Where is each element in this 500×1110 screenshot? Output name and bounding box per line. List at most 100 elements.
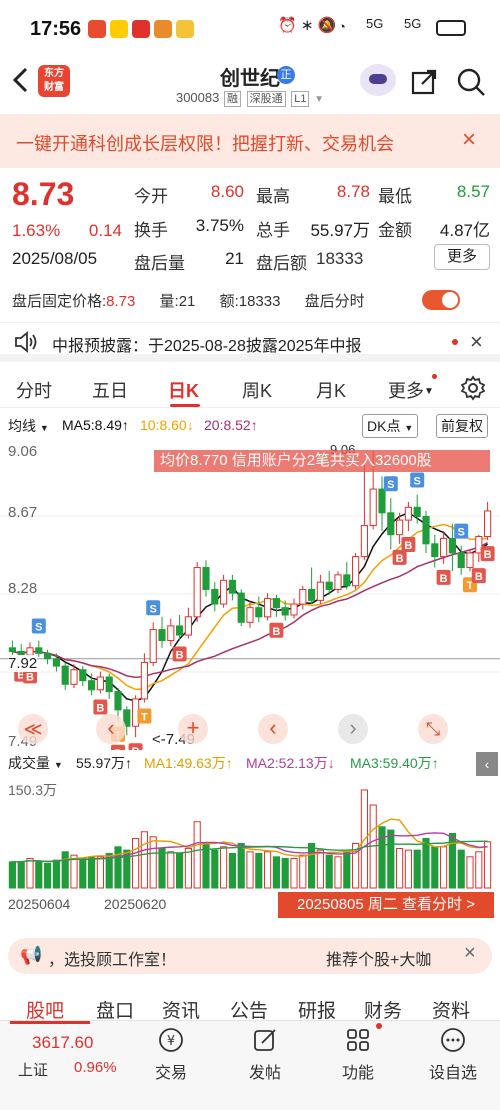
adjust-selector[interactable]: 前复权: [436, 414, 488, 438]
tab-monthly-k[interactable]: 月K: [316, 377, 346, 403]
stock-code: 300083: [175, 90, 220, 105]
search-icon[interactable]: [456, 67, 486, 97]
tab-orderbook[interactable]: 盘口: [96, 996, 134, 1023]
scroll-left-button[interactable]: ‹: [96, 714, 126, 744]
promo-banner[interactable]: 一键开通科创成长层权限！把握打新、交易机会 ×: [0, 114, 500, 168]
volume-label: 成交量: [8, 755, 50, 771]
wifi-icon: ◔: [338, 19, 346, 34]
candle-body: [457, 552, 465, 569]
battery-icon: [436, 20, 466, 36]
volume-label: 总手: [256, 221, 290, 240]
candle-body: [228, 579, 236, 594]
post-icon[interactable]: [252, 1027, 278, 1053]
date-label-2: 20250620: [104, 896, 167, 912]
next-button[interactable]: ›: [338, 714, 368, 744]
tab-five-day[interactable]: 五日: [92, 377, 128, 403]
date-label-1: 20250604: [8, 896, 71, 912]
after-hours-toggle[interactable]: [422, 290, 460, 310]
advisor-ad[interactable]: 📢 ，选投顾工作室！ 推荐个股+大咖 ×: [8, 938, 492, 974]
more-button[interactable]: 更多: [434, 244, 490, 270]
period-tabs: 分时 五日 日K 周K 月K 更多 ▼: [0, 368, 500, 408]
nav-trade[interactable]: 交易: [141, 1059, 201, 1083]
prev-button[interactable]: ‹: [258, 714, 288, 744]
dropdown-icon[interactable]: ▼: [314, 94, 324, 105]
watchlist-icon[interactable]: [440, 1027, 466, 1053]
candle-body: [52, 658, 60, 667]
tab-daily-k[interactable]: 日K: [168, 377, 199, 403]
candle-body: [369, 488, 377, 527]
volume-bar: [237, 842, 245, 889]
vol-ma2: MA2:52.13万↓: [246, 755, 335, 771]
volume-bar: [228, 852, 236, 889]
tab-reports[interactable]: 研报: [298, 996, 336, 1023]
nav-post[interactable]: 发帖: [235, 1059, 295, 1083]
candle-body: [44, 652, 52, 660]
turnover-value: 3.75%: [195, 216, 244, 235]
tab-intraday[interactable]: 分时: [16, 377, 52, 403]
notice-bar[interactable]: 中报预披露：于2025-08-28披露2025年中报 ×: [0, 322, 500, 362]
ad-text-right[interactable]: 推荐个股+大咖: [326, 946, 431, 970]
open-value: 8.60: [210, 182, 244, 201]
index-name[interactable]: 上证: [18, 1059, 48, 1080]
signal-label: B: [176, 650, 184, 662]
indicator-selector[interactable]: 均线 ▼: [8, 416, 49, 436]
close-icon[interactable]: ×: [462, 126, 476, 154]
volume-bar: [79, 857, 87, 889]
unread-dot: [376, 1023, 382, 1029]
nav-function[interactable]: 功能: [328, 1059, 388, 1083]
volume-bar: [149, 836, 157, 889]
last-price: 8.73: [12, 176, 75, 212]
ad-text-left[interactable]: ，选投顾工作室！: [48, 946, 176, 970]
tab-finance[interactable]: 财务: [364, 996, 402, 1023]
ah-volume-value: 21: [225, 249, 244, 268]
close-icon[interactable]: ×: [470, 329, 483, 355]
low-value: 8.57: [456, 182, 490, 201]
index-change[interactable]: 0.96%: [74, 1059, 117, 1076]
index-value[interactable]: 3617.60: [32, 1033, 93, 1053]
collapse-arrow-icon[interactable]: ‹: [476, 752, 498, 776]
view-intraday-button[interactable]: 20250805 周二 查看分时 >: [278, 892, 494, 918]
nav-watchlist[interactable]: 设自选: [423, 1059, 483, 1083]
volume-bar: [8, 861, 16, 889]
tab-forum[interactable]: 股吧: [26, 996, 64, 1023]
ma20-value: 20:8.52↑: [204, 417, 258, 433]
app-notification-icon: [88, 20, 106, 38]
network-label: 5G: [366, 16, 384, 31]
vol-ma1: MA1:49.63万↑: [144, 755, 233, 771]
trade-icon[interactable]: ¥: [158, 1027, 184, 1053]
tab-more[interactable]: 更多: [388, 377, 424, 403]
dk-point-selector[interactable]: DK点 ▼: [362, 414, 419, 438]
candle-body: [211, 588, 219, 605]
status-badge: 正: [277, 66, 295, 84]
share-icon[interactable]: [410, 68, 438, 96]
gear-icon[interactable]: [460, 375, 486, 401]
fullscreen-button[interactable]: ⤡: [418, 714, 448, 744]
candle-body: [8, 647, 16, 652]
candle-body: [360, 525, 368, 558]
candle-body: [167, 625, 175, 642]
assistant-avatar[interactable]: [360, 64, 396, 96]
tab-announcements[interactable]: 公告: [230, 996, 268, 1023]
zoom-out-button[interactable]: ≪: [18, 714, 48, 744]
candle-body: [404, 506, 412, 521]
tab-news[interactable]: 资讯: [162, 996, 200, 1023]
banner-text[interactable]: 一键开通科创成长层权限！把握打新、交易机会: [16, 130, 394, 156]
candle-body: [290, 603, 298, 616]
close-icon[interactable]: ×: [464, 942, 476, 965]
signal-label: T: [141, 712, 148, 724]
notice-text[interactable]: 中报预披露：于2025-08-28披露2025年中报: [52, 332, 361, 356]
volume-bar: [466, 856, 474, 889]
candlestick-chart[interactable]: BBBTBBTSBBSBBSBSTBBS: [0, 438, 500, 750]
high-value: 8.78: [336, 182, 370, 201]
volume-bar: [325, 854, 333, 889]
tab-weekly-k[interactable]: 周K: [242, 377, 272, 403]
function-icon[interactable]: [345, 1027, 371, 1053]
volume-indicator-selector[interactable]: 成交量 ▼: [8, 753, 63, 773]
ah-vol-label: 量:: [159, 293, 179, 310]
zoom-in-button[interactable]: +: [178, 714, 208, 744]
signal-label: S: [150, 603, 157, 615]
chevron-down-icon[interactable]: ▼: [424, 386, 434, 397]
tab-profile[interactable]: 资料: [432, 996, 470, 1023]
volume-bar: [167, 851, 175, 889]
ah-tick-label: 盘后分时: [304, 293, 365, 310]
